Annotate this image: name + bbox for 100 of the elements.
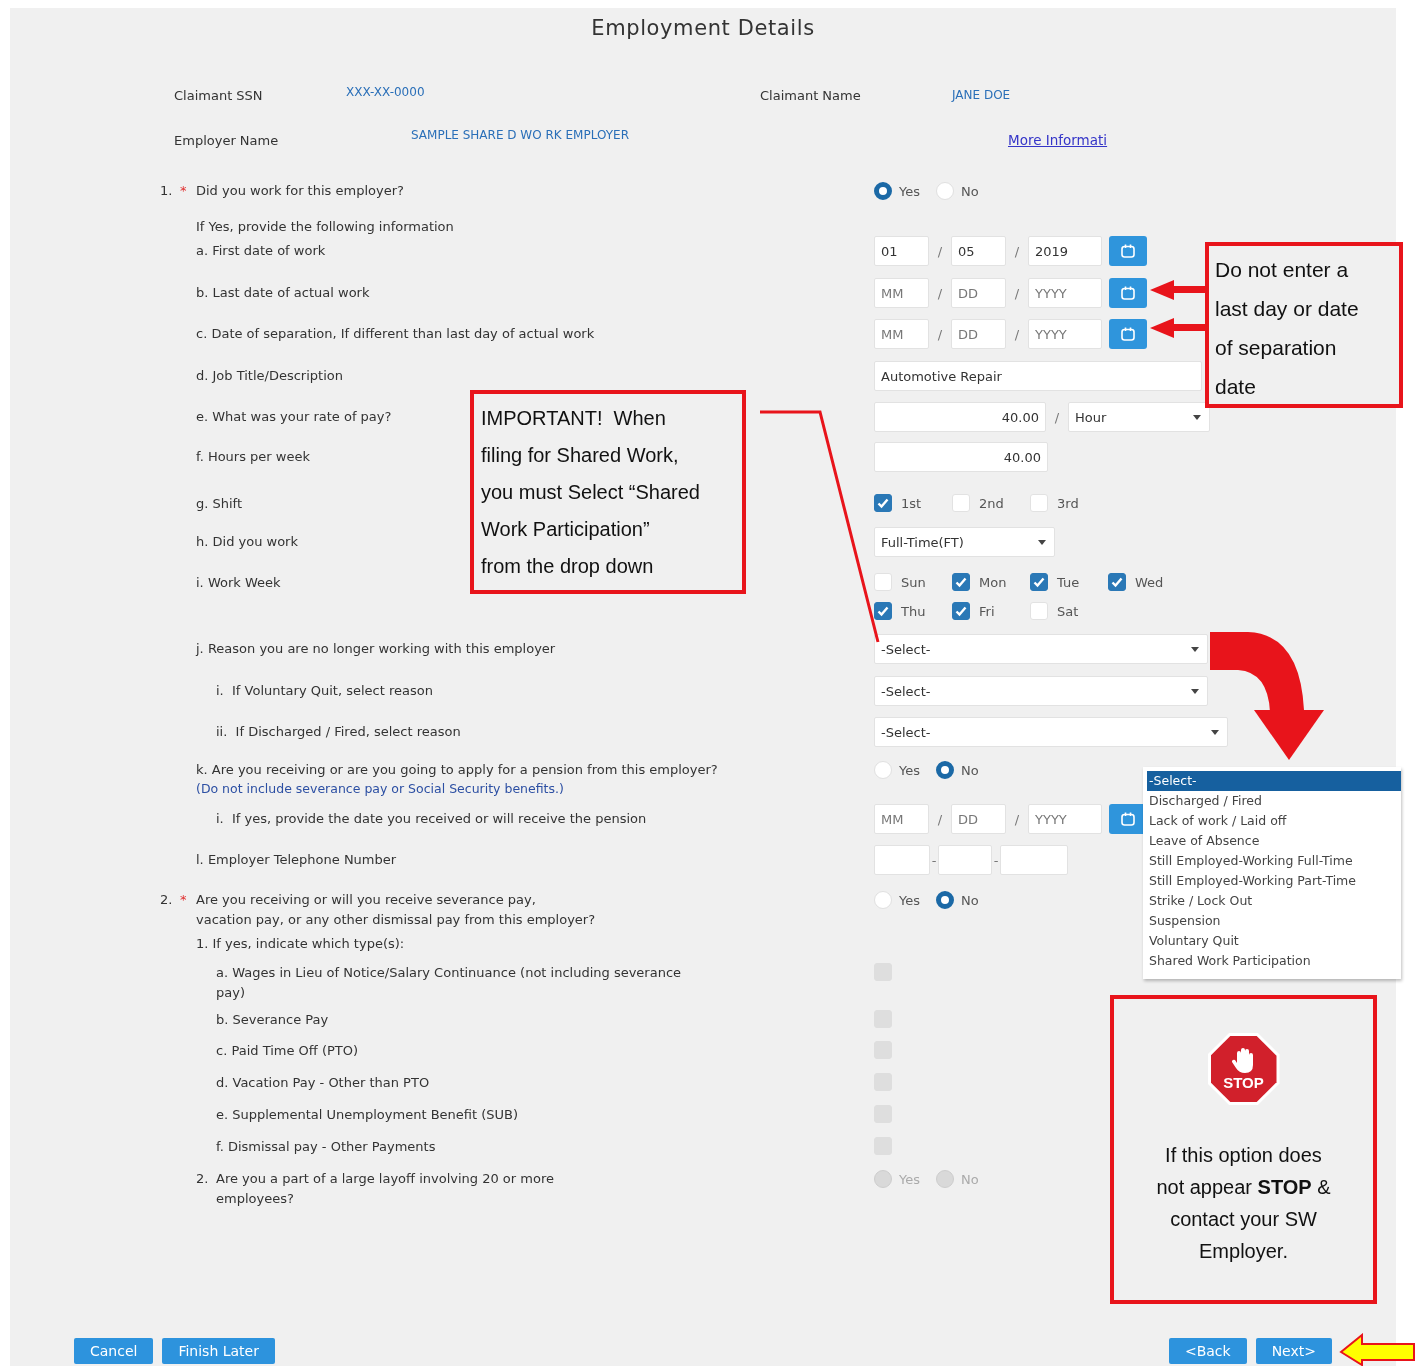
text-field[interactable]: Automotive Repair	[874, 361, 1202, 391]
month-field[interactable]: 01	[874, 236, 929, 266]
dropdown[interactable]: -Select-	[874, 676, 1208, 706]
more-information-link[interactable]: More Informati	[1008, 132, 1108, 148]
dropdown-option[interactable]: Lack of work / Laid off	[1147, 811, 1401, 831]
radio-label: Yes	[899, 762, 920, 778]
dropdown[interactable]: Full-Time(FT)	[874, 527, 1055, 557]
calendar-button[interactable]	[1109, 319, 1147, 349]
checkbox-label: Fri	[979, 603, 995, 619]
rate-field[interactable]: 40.00	[874, 402, 1046, 432]
dropdown[interactable]: -Select-	[874, 717, 1228, 747]
checkbox-label: Tue	[1057, 574, 1080, 590]
question-label: h. Did you work	[196, 533, 298, 551]
calendar-button[interactable]	[1109, 236, 1147, 266]
question-label: 1. If yes, indicate which type(s):	[196, 935, 405, 953]
dropdown-option[interactable]: Leave of Absence	[1147, 831, 1401, 851]
phone-field[interactable]	[938, 845, 992, 875]
required-mark: *	[180, 892, 187, 907]
day-field[interactable]: 05	[951, 236, 1006, 266]
calendar-icon	[1121, 286, 1135, 300]
field-label: Employer Name	[174, 132, 280, 148]
field-value: SAMPLE SHARE D WO RK EMPLOYER	[411, 128, 630, 142]
checkbox-label: 3rd	[1057, 495, 1079, 511]
field-value: JANE DOE	[952, 88, 1011, 102]
dropdown-option[interactable]: Shared Work Participation	[1147, 951, 1401, 971]
question-label: ii. If Discharged / Fired, select reason	[216, 723, 461, 741]
note-text: (Do not include severance pay or Social Security benefits.)	[196, 780, 565, 798]
dropdown-option[interactable]: Suspension	[1147, 911, 1401, 931]
year-field[interactable]: 2019	[1028, 236, 1102, 266]
question-label: Did you work for this employer?	[196, 182, 404, 200]
question-label: e. Supplemental Unemployment Benefit (SUB)	[216, 1106, 519, 1124]
date-separator: /	[1013, 285, 1021, 301]
unit-dropdown[interactable]: Hour	[1068, 402, 1210, 432]
phone-field[interactable]	[874, 845, 930, 875]
year-field[interactable]: YYYY	[1028, 278, 1102, 308]
field-value: XXX-XX-0000	[346, 85, 426, 99]
radio-button[interactable]	[874, 182, 892, 200]
phone-field[interactable]	[1000, 845, 1068, 875]
date-separator: /	[936, 811, 944, 827]
caret-icon	[1038, 539, 1046, 545]
dropdown-option[interactable]: Still Employed-Working Full-Time	[1147, 851, 1401, 871]
dropdown-option[interactable]: Voluntary Quit	[1147, 931, 1401, 951]
month-field[interactable]: MM	[874, 278, 929, 308]
question-label: d. Vacation Pay - Other than PTO	[216, 1074, 430, 1092]
checkbox-label: Sun	[901, 574, 926, 590]
question-label: i. Work Week	[196, 574, 281, 592]
number-field[interactable]: 40.00	[874, 442, 1048, 472]
question-label: l. Employer Telephone Number	[196, 851, 397, 869]
day-field[interactable]: DD	[951, 804, 1006, 834]
dropdown-option[interactable]: Still Employed-Working Part-Time	[1147, 871, 1401, 891]
dropdown-option[interactable]: Strike / Lock Out	[1147, 891, 1401, 911]
checkbox[interactable]	[952, 573, 970, 591]
date-separator: /	[936, 326, 944, 342]
calendar-icon	[1121, 244, 1135, 258]
year-field[interactable]: YYYY	[1028, 319, 1102, 349]
question-label: d. Job Title/Description	[196, 367, 343, 385]
question-label: j. Reason you are no longer working with this employer	[196, 640, 556, 658]
day-field[interactable]: DD	[951, 278, 1006, 308]
radio-label: No	[961, 892, 979, 908]
question-label: i. If Voluntary Quit, select reason	[216, 682, 433, 700]
question-label: f. Dismissal pay - Other Payments	[216, 1138, 436, 1156]
dropdown[interactable]: -Select-	[874, 634, 1208, 664]
question-label: i. If yes, provide the date you received or will receive the pension	[216, 810, 647, 828]
radio-label: Yes	[899, 892, 920, 908]
caret-icon	[1191, 646, 1199, 652]
radio-button[interactable]	[936, 761, 954, 779]
day-field[interactable]: DD	[951, 319, 1006, 349]
sign-label: STOP	[1223, 1075, 1264, 1091]
warning-text: If this option does not appear STOP & contact your SW Employer.	[1156, 1143, 1331, 1264]
dropdown-option[interactable]: -Select-	[1147, 771, 1401, 791]
date-separator: /	[1013, 243, 1021, 259]
date-separator: /	[936, 285, 944, 301]
field-label: Claimant Name	[760, 87, 862, 103]
checkbox[interactable]	[952, 602, 970, 620]
month-field[interactable]: MM	[874, 804, 929, 834]
question-label: a. Wages in Lieu of Notice/Salary Continuance (not including severance pay)	[216, 964, 683, 1002]
phone-separator: -	[930, 852, 938, 868]
callout-text: IMPORTANT! When filing for Shared Work, you must Select “Shared Work Participation” from the drop down	[481, 406, 701, 579]
question-label: k. Are you receiving or are you going to apply for a pension from this employer?	[196, 761, 718, 779]
checkbox[interactable]	[874, 494, 892, 512]
checkbox[interactable]	[1030, 573, 1048, 591]
dropdown-option[interactable]: Discharged / Fired	[1147, 791, 1401, 811]
page-title: Employment Details	[591, 15, 815, 42]
date-separator: /	[1013, 811, 1021, 827]
question-label: c. Paid Time Off (PTO)	[216, 1042, 359, 1060]
radio-label: Yes	[899, 1171, 920, 1187]
question-label: a. First date of work	[196, 242, 326, 260]
question-label: f. Hours per week	[196, 448, 310, 466]
calendar-button[interactable]	[1109, 278, 1147, 308]
question-label: b. Last date of actual work	[196, 284, 370, 302]
question-label: g. Shift	[196, 495, 243, 513]
checkbox-label: Mon	[979, 574, 1007, 590]
callout-text: Do not enter a last day or date of separation date	[1215, 257, 1360, 400]
year-field[interactable]: YYYY	[1028, 804, 1102, 834]
radio-label: No	[961, 183, 979, 199]
caret-icon	[1191, 688, 1199, 694]
month-field[interactable]: MM	[874, 319, 929, 349]
checkbox[interactable]	[1108, 573, 1126, 591]
radio-button[interactable]	[936, 891, 954, 909]
checkbox[interactable]	[874, 602, 892, 620]
